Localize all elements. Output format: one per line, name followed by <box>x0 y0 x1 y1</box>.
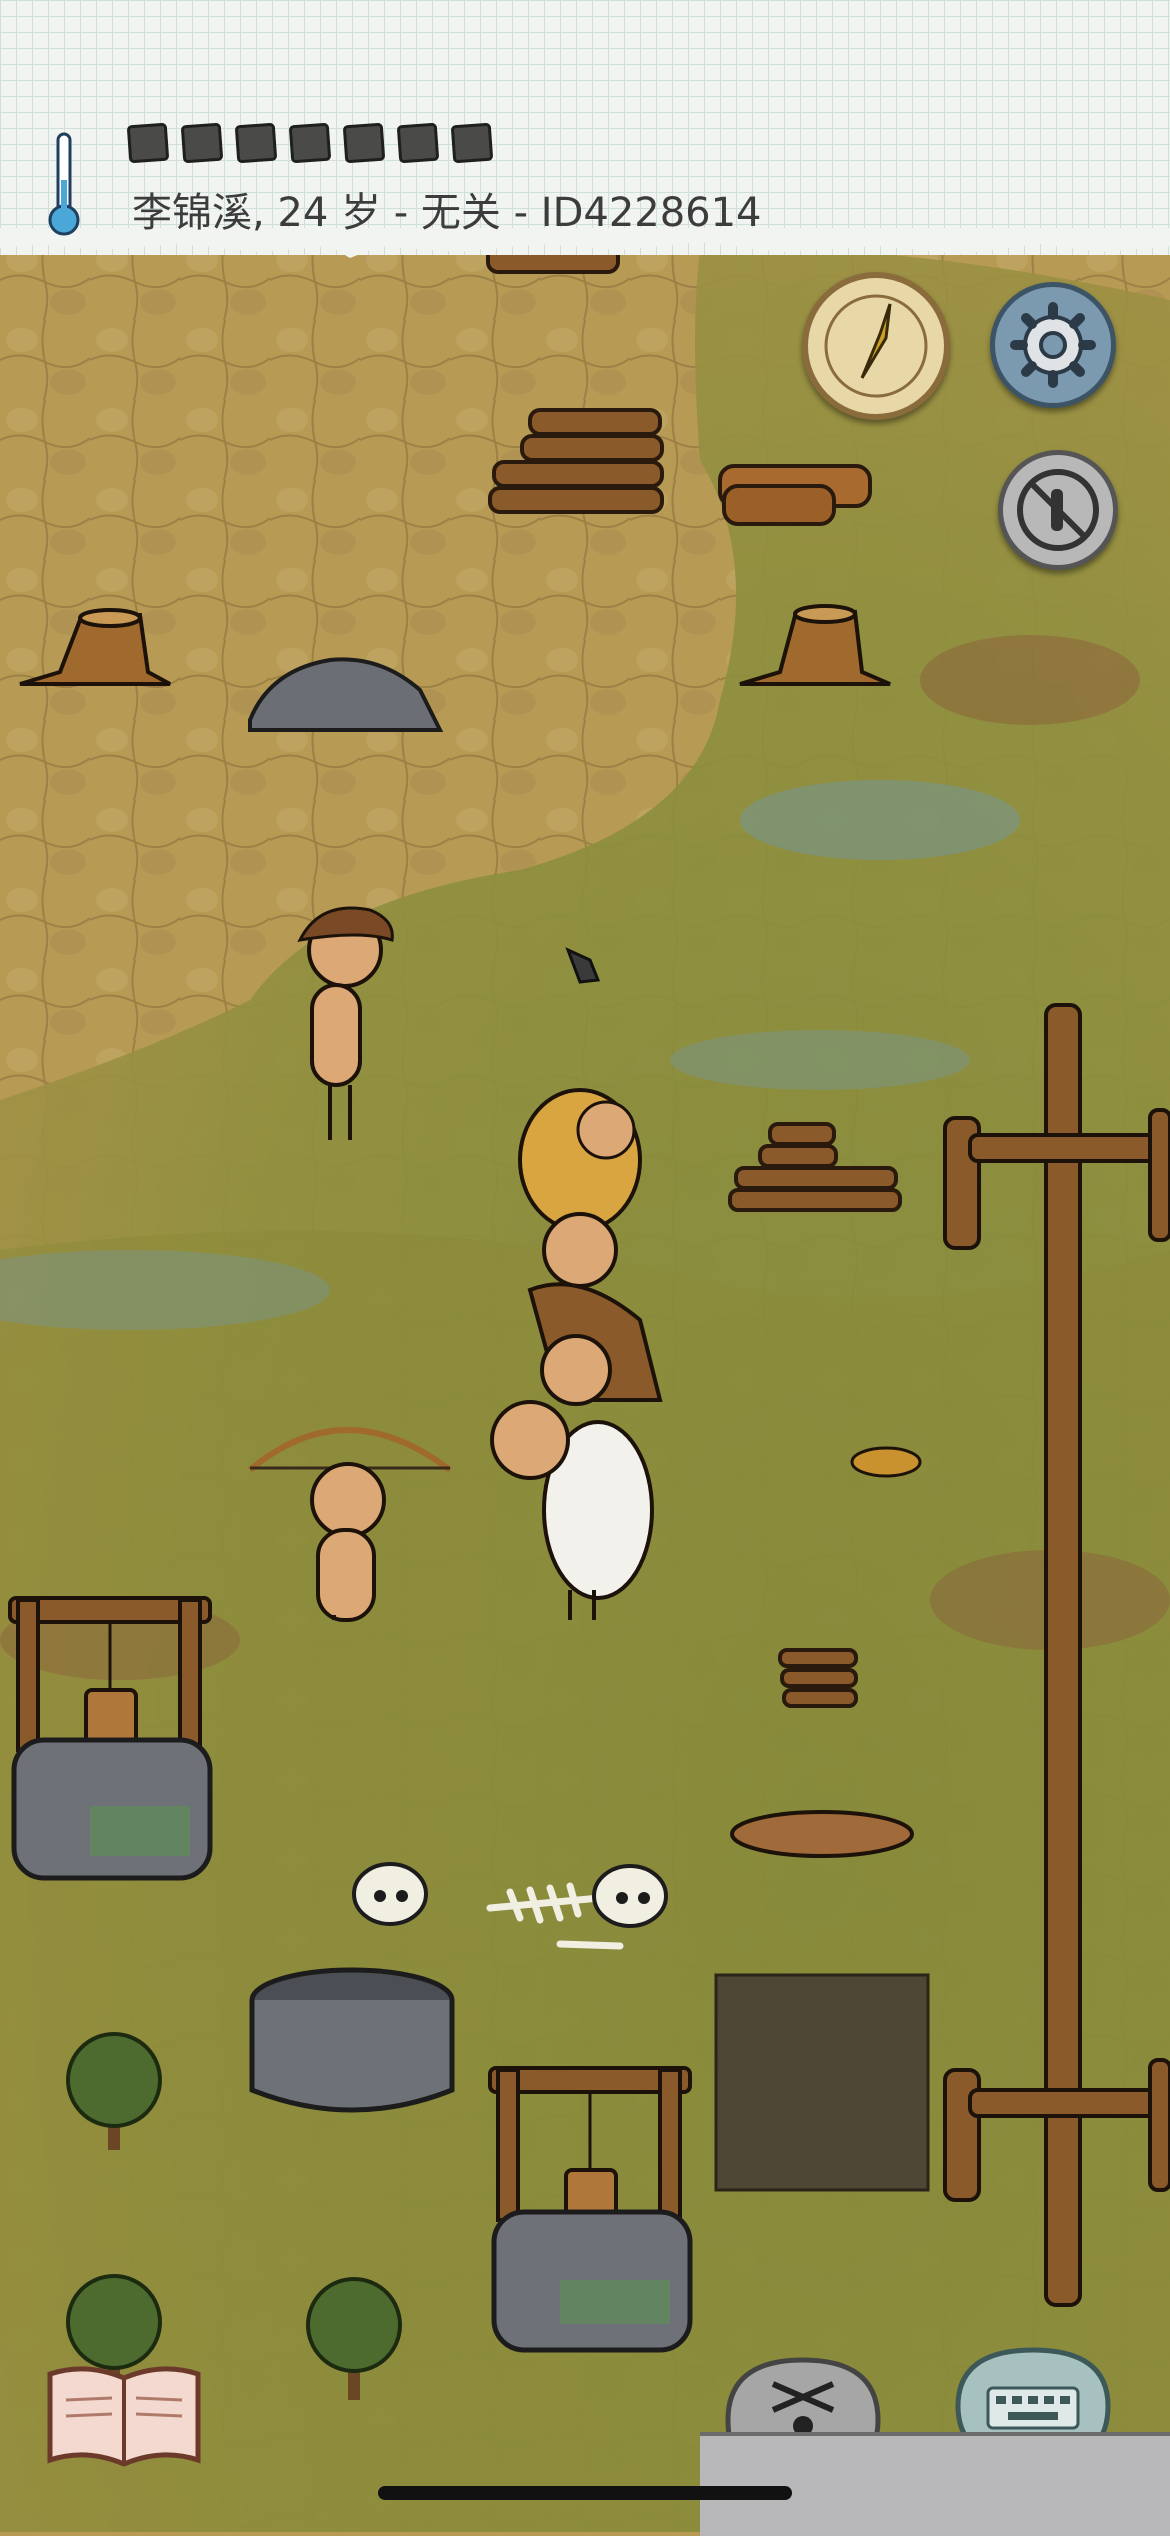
food-pip <box>180 122 224 164</box>
settings-button[interactable] <box>990 282 1116 408</box>
no-kill-icon <box>1017 469 1099 551</box>
mud-pile <box>730 1810 914 1858</box>
player-info: 李锦溪, 24 岁 - 无关 - ID4228614 <box>132 190 762 236</box>
water-well <box>8 1596 213 1881</box>
water-well <box>488 2066 693 2353</box>
food-pip <box>396 122 440 164</box>
food-pip <box>126 122 170 164</box>
gear-icon <box>1010 302 1096 388</box>
home-indicator[interactable] <box>378 2486 792 2500</box>
skull <box>352 1862 428 1926</box>
tilled-soil <box>714 1973 930 2192</box>
book-icon <box>47 2366 201 2467</box>
recipe-book-button[interactable] <box>46 2360 202 2474</box>
no-kill-button[interactable] <box>998 450 1118 570</box>
food-pip <box>342 122 386 164</box>
food-pip <box>234 122 278 164</box>
compass-icon <box>824 294 928 398</box>
stone-floor <box>700 2432 1170 2536</box>
stone-well <box>249 1967 455 2113</box>
thermometer-icon <box>48 130 80 244</box>
food-meter <box>126 122 494 164</box>
dirt-pile <box>850 1446 922 1478</box>
food-pip <box>450 122 494 164</box>
food-pip <box>288 122 332 164</box>
compass-button[interactable] <box>802 272 950 420</box>
